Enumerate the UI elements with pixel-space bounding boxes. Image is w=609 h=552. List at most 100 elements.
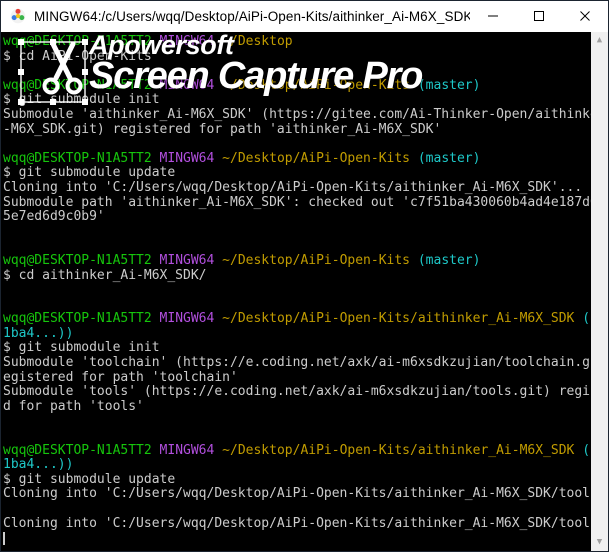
output-text: Submodule path 'aithinker_Ai-M6X_SDK': c… — [3, 194, 591, 210]
terminal-prompt-line: wqq@DESKTOP-N1A5TT2 MINGW64 ~/Desktop/Ai… — [3, 77, 591, 94]
terminal-cursor-line — [3, 531, 591, 546]
prompt-shell: MINGW64 — [159, 34, 215, 49]
terminal-output-line: Submodule path 'aithinker_Ai-M6X_SDK': c… — [3, 194, 591, 211]
terminal-command-line: $ cd AiPi-Open-Kits — [3, 48, 591, 65]
prompt-branch: (master) — [417, 77, 481, 93]
minimize-button[interactable] — [470, 1, 516, 32]
mingw-git-bash-icon — [10, 8, 26, 24]
terminal-prompt-line: wqq@DESKTOP-N1A5TT2 MINGW64 ~/Desktop — [3, 34, 591, 50]
terminal-output-line: Submodule 'tools' (https://e.coding.net/… — [3, 384, 591, 400]
vertical-scrollbar[interactable]: ▲ ▼ — [591, 32, 608, 551]
prompt-path: ~/Desktop/AiPi-Open-Kits — [222, 150, 411, 166]
output-text: d for path 'tools' — [3, 398, 144, 414]
terminal-prompt-line: wqq@DESKTOP-N1A5TT2 MINGW64 ~/Desktop/Ai… — [3, 252, 591, 269]
prompt-branch-continued: 1ba4...)) — [3, 325, 74, 341]
prompt-path: ~/Desktop/AiPi-Open-Kits — [222, 77, 411, 93]
terminal-output-line: 5e7ed6d9c0b9' — [3, 209, 591, 225]
command-text: $ git submodule update — [3, 165, 176, 181]
terminal-command-line: $ git submodule init — [3, 93, 591, 108]
output-text: 5e7ed6d9c0b9' — [3, 209, 105, 225]
prompt-path: ~/Desktop/AiPi-Open-Kits/aithinker_Ai-M6… — [222, 442, 575, 458]
scrollbar-track[interactable] — [591, 49, 608, 534]
prompt-user-host: wqq@DESKTOP-N1A5TT2 — [3, 150, 152, 166]
terminal-prompt-branch-wrap: 1ba4...)) — [3, 457, 591, 473]
mingw64-terminal-window: MINGW64:/c/Users/wqq/Desktop/AiPi-Open-K… — [0, 0, 609, 552]
prompt-user-host: wqq@DESKTOP-N1A5TT2 — [3, 442, 152, 458]
prompt-shell: MINGW64 — [159, 311, 215, 327]
terminal-output-line: d for path 'tools' — [3, 398, 591, 415]
prompt-user-host: wqq@DESKTOP-N1A5TT2 — [3, 311, 152, 327]
title-bar: MINGW64:/c/Users/wqq/Desktop/AiPi-Open-K… — [1, 1, 608, 32]
close-button[interactable] — [562, 1, 608, 32]
prompt-shell: MINGW64 — [159, 252, 215, 268]
scroll-down-icon[interactable]: ▼ — [591, 534, 608, 551]
output-text: -M6X_SDK.git) registered for path 'aithi… — [3, 121, 442, 137]
terminal-area: wqq@DESKTOP-N1A5TT2 MINGW64 ~/Desktop $ c… — [1, 30, 608, 551]
output-text: Submodule 'aithinker_Ai-M6X_SDK' (https:… — [3, 106, 591, 122]
terminal-output-line: Cloning into 'C:/Users/wqq/Desktop/AiPi-… — [3, 487, 591, 502]
text-cursor — [3, 532, 5, 546]
terminal-prompt-line: wqq@DESKTOP-N1A5TT2 MINGW64 ~/Desktop/Ai… — [3, 442, 591, 459]
prompt-path: ~/Desktop — [222, 34, 293, 49]
terminal-command-line: $ git submodule update — [3, 471, 591, 488]
terminal-command-line: $ git submodule update — [3, 166, 591, 181]
terminal-output-line: Submodule 'toolchain' (https://e.coding.… — [3, 355, 591, 371]
terminal-command-line: $ git submodule init — [3, 341, 591, 356]
window-controls — [470, 1, 608, 32]
command-text: $ git submodule update — [3, 471, 176, 487]
command-text: $ cd AiPi-Open-Kits — [3, 48, 152, 64]
prompt-user-host: wqq@DESKTOP-N1A5TT2 — [3, 77, 152, 93]
prompt-shell: MINGW64 — [159, 77, 215, 93]
prompt-branch-continued: 1ba4...)) — [3, 457, 74, 473]
prompt-branch: ((c7f5 — [582, 442, 591, 458]
output-text: Cloning into 'C:/Users/wqq/Desktop/AiPi-… — [3, 515, 591, 531]
terminal-output[interactable]: wqq@DESKTOP-N1A5TT2 MINGW64 ~/Desktop $ c… — [1, 32, 591, 551]
prompt-path: ~/Desktop/AiPi-Open-Kits — [222, 252, 411, 268]
scroll-up-icon[interactable]: ▲ — [591, 32, 608, 49]
output-text: Cloning into 'C:/Users/wqq/Desktop/AiPi-… — [3, 486, 591, 502]
output-text: Submodule 'tools' (https://e.coding.net/… — [3, 384, 591, 400]
maximize-button[interactable] — [516, 1, 562, 32]
terminal-output-line: -M6X_SDK.git) registered for path 'aithi… — [3, 121, 591, 138]
prompt-branch: (master) — [417, 252, 481, 268]
output-text: Cloning into 'C:/Users/wqq/Desktop/AiPi-… — [3, 179, 583, 195]
command-text: $ git submodule init — [3, 92, 160, 108]
output-text: Submodule 'toolchain' (https://e.coding.… — [3, 355, 591, 371]
terminal-output-line: Cloning into 'C:/Users/wqq/Desktop/AiPi-… — [3, 515, 591, 532]
terminal-output-line: Cloning into 'C:/Users/wqq/Desktop/AiPi-… — [3, 179, 591, 196]
prompt-user-host: wqq@DESKTOP-N1A5TT2 — [3, 252, 152, 268]
prompt-shell: MINGW64 — [159, 442, 215, 458]
command-text: $ cd aithinker_Ai-M6X_SDK/ — [3, 267, 207, 283]
command-text: $ git submodule init — [3, 340, 160, 356]
prompt-path: ~/Desktop/AiPi-Open-Kits/aithinker_Ai-M6… — [222, 311, 575, 327]
terminal-output-line: Submodule 'aithinker_Ai-M6X_SDK' (https:… — [3, 106, 591, 123]
terminal-prompt-line: wqq@DESKTOP-N1A5TT2 MINGW64 ~/Desktop/Ai… — [3, 311, 591, 327]
prompt-shell: MINGW64 — [159, 150, 215, 166]
prompt-user-host: wqq@DESKTOP-N1A5TT2 — [3, 34, 152, 49]
terminal-prompt-line: wqq@DESKTOP-N1A5TT2 MINGW64 ~/Desktop/Ai… — [3, 150, 591, 167]
output-text: egistered for path 'toolchain' — [3, 369, 238, 385]
prompt-branch: (master) — [417, 150, 481, 166]
terminal-output-line: egistered for path 'toolchain' — [3, 369, 591, 386]
